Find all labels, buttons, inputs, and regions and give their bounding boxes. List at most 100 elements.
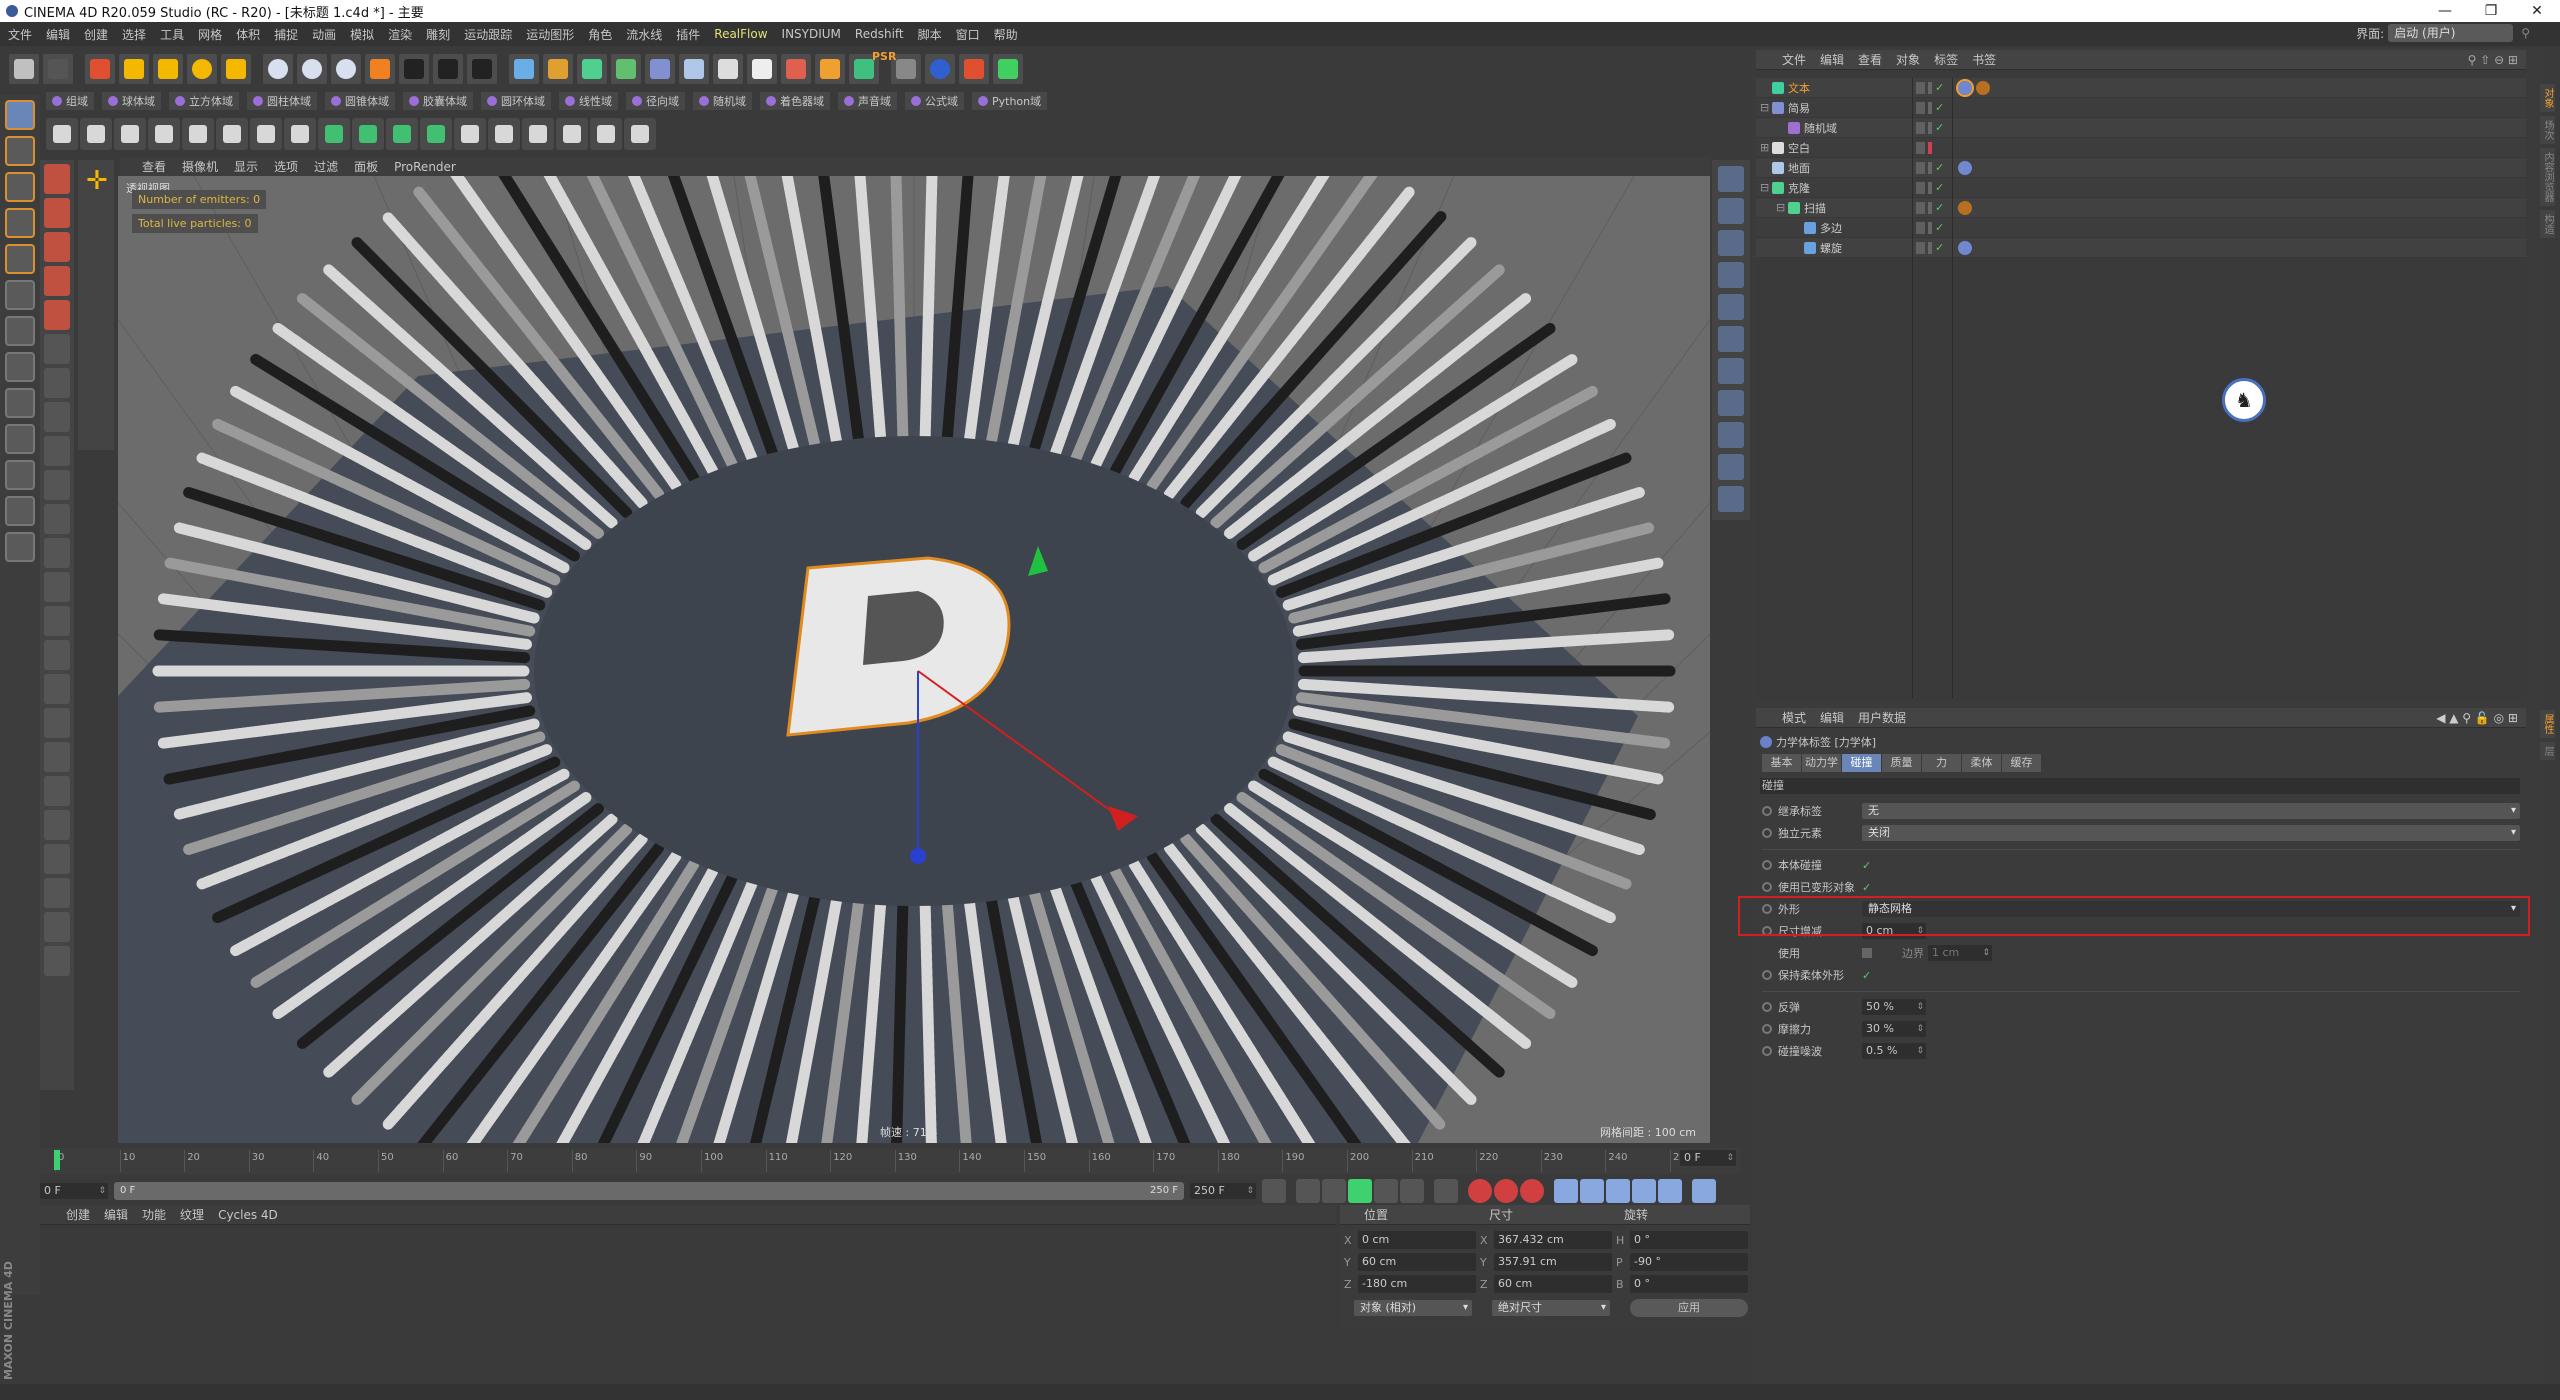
rotate-icon[interactable] bbox=[186, 53, 218, 85]
enabled-checkmark[interactable]: ✓ bbox=[1935, 221, 1944, 234]
friction-field[interactable]: 30 % bbox=[1862, 1021, 1926, 1037]
animate-radio[interactable] bbox=[1762, 1002, 1772, 1012]
viewport-3d[interactable]: 透视视图 Number of emitters: 0 Total live pa… bbox=[118, 176, 1710, 1143]
enabled-checkmark[interactable]: ✓ bbox=[1935, 121, 1944, 134]
tool-icon[interactable] bbox=[44, 266, 70, 296]
side-tab[interactable]: 层 bbox=[2540, 742, 2555, 760]
edges-icon[interactable] bbox=[5, 244, 35, 274]
om-menu-item[interactable]: 文件 bbox=[1782, 51, 1806, 68]
visibility-dots[interactable] bbox=[1928, 101, 1932, 114]
object-row[interactable]: ⊟ 扫描 ✓ bbox=[1756, 198, 2526, 218]
visibility-dots[interactable] bbox=[1928, 201, 1932, 214]
enabled-checkmark[interactable]: ✓ bbox=[1935, 181, 1944, 194]
attribute-nav-icons[interactable]: ◀ ▲ ⚲ 🔓 ◎ ⊞ bbox=[2436, 711, 2518, 725]
menu-item[interactable]: 捕捉 bbox=[274, 26, 298, 43]
bounce-field[interactable]: 50 % bbox=[1862, 999, 1926, 1015]
layer-icon[interactable] bbox=[1916, 201, 1925, 214]
qr-icon[interactable] bbox=[924, 53, 956, 85]
menu-item[interactable]: 角色 bbox=[588, 26, 612, 43]
render-view-icon[interactable] bbox=[398, 53, 430, 85]
workplane-icon[interactable] bbox=[5, 172, 35, 202]
expand-toggle[interactable]: ⊟ bbox=[1760, 181, 1769, 194]
menu-item[interactable]: Redshift bbox=[855, 27, 904, 41]
field-button[interactable]: 圆柱体域 bbox=[247, 92, 317, 110]
bend-icon[interactable] bbox=[644, 53, 676, 85]
viewport-tool-icon[interactable] bbox=[1718, 358, 1744, 384]
rotation-field[interactable]: -90 ° bbox=[1630, 1253, 1748, 1271]
pla-key-icon[interactable] bbox=[1658, 1179, 1682, 1203]
attribute-tab[interactable]: 缓存 bbox=[2002, 754, 2042, 772]
plugin-icon[interactable] bbox=[992, 53, 1024, 85]
object-name[interactable]: 随机域 bbox=[1804, 120, 1837, 136]
animate-radio[interactable] bbox=[1762, 860, 1772, 870]
axis-icon[interactable] bbox=[5, 316, 35, 346]
material-tag[interactable] bbox=[1958, 200, 1972, 215]
attribute-tab[interactable]: 力 bbox=[1922, 754, 1962, 772]
om-menu-item[interactable]: 编辑 bbox=[1820, 51, 1844, 68]
side-tab[interactable]: 构造 bbox=[2540, 210, 2555, 238]
layer-icon[interactable] bbox=[1916, 141, 1925, 154]
tool-icon[interactable] bbox=[44, 606, 70, 636]
live-select-icon[interactable] bbox=[84, 53, 116, 85]
goto-start-icon[interactable] bbox=[1262, 1179, 1286, 1203]
z-axis-icon[interactable] bbox=[330, 53, 362, 85]
text-tool-icon[interactable] bbox=[488, 118, 520, 150]
render-picture-viewer-icon[interactable] bbox=[432, 53, 464, 85]
menu-item[interactable]: 雕刻 bbox=[426, 26, 450, 43]
material-tag[interactable] bbox=[1976, 80, 1990, 95]
param-key-icon[interactable] bbox=[1632, 1179, 1656, 1203]
menu-item[interactable]: 渲染 bbox=[388, 26, 412, 43]
tool-icon[interactable] bbox=[44, 300, 70, 330]
next-key-icon[interactable] bbox=[1400, 1179, 1424, 1203]
layer-icon[interactable] bbox=[1916, 221, 1925, 234]
light-icon[interactable] bbox=[746, 53, 778, 85]
om-search-icon[interactable]: ⚲ ⇧ ⊖ ⊞ bbox=[2468, 53, 2518, 67]
layer-icon[interactable] bbox=[1916, 241, 1925, 254]
field-button[interactable]: 线性域 bbox=[559, 92, 618, 110]
end-frame-field[interactable]: 250 F bbox=[1190, 1183, 1256, 1199]
polygons-icon[interactable] bbox=[5, 280, 35, 310]
goto-end-icon[interactable] bbox=[1434, 1179, 1458, 1203]
psr-icon[interactable] bbox=[814, 53, 846, 85]
menu-item[interactable]: 流水线 bbox=[626, 26, 662, 43]
object-name[interactable]: 螺旋 bbox=[1820, 240, 1842, 256]
viewport-tool-icon[interactable] bbox=[1718, 486, 1744, 512]
viewport-tool-icon[interactable] bbox=[1718, 198, 1744, 224]
object-row[interactable]: ⊟ 简易 ✓ bbox=[1756, 98, 2526, 118]
side-tab[interactable]: 场次 bbox=[2540, 116, 2555, 144]
edge-mode-icon[interactable] bbox=[250, 118, 282, 150]
tool-icon[interactable] bbox=[44, 470, 70, 500]
margin-field[interactable]: 1 cm bbox=[1928, 945, 1992, 961]
object-row[interactable]: 随机域 ✓ bbox=[1756, 118, 2526, 138]
knife-icon[interactable] bbox=[80, 118, 112, 150]
viewport-menu-item[interactable]: 选项 bbox=[274, 158, 298, 175]
material-menu-item[interactable]: 创建 bbox=[66, 1206, 90, 1223]
visibility-dots[interactable] bbox=[1928, 161, 1932, 174]
object-name[interactable]: 空白 bbox=[1788, 140, 1810, 156]
object-name[interactable]: 多边 bbox=[1820, 220, 1842, 236]
individual-elements-dropdown[interactable]: 关闭 bbox=[1862, 825, 2520, 841]
viewport-tool-icon[interactable] bbox=[1718, 230, 1744, 256]
viewport-menu-item[interactable]: 面板 bbox=[354, 158, 378, 175]
next-frame-icon[interactable] bbox=[1374, 1179, 1398, 1203]
animate-radio[interactable] bbox=[1762, 1046, 1772, 1056]
tool-icon[interactable] bbox=[44, 810, 70, 840]
side-tab[interactable]: 对象 bbox=[2540, 84, 2555, 112]
tracer-icon[interactable] bbox=[556, 118, 588, 150]
object-row[interactable]: 多边 ✓ bbox=[1756, 218, 2526, 238]
coordinate-mode-dropdown[interactable]: 对象 (相对) bbox=[1354, 1300, 1472, 1316]
field-button[interactable]: 胶囊体域 bbox=[403, 92, 473, 110]
tool-icon[interactable] bbox=[44, 402, 70, 432]
collision-noise-field[interactable]: 0.5 % bbox=[1862, 1043, 1926, 1059]
viewport-tool-icon[interactable] bbox=[1718, 326, 1744, 352]
attr-menu-item[interactable]: 编辑 bbox=[1820, 709, 1844, 726]
visibility-dots[interactable] bbox=[1928, 141, 1932, 154]
tool-icon[interactable] bbox=[44, 334, 70, 364]
undo-icon[interactable] bbox=[8, 53, 40, 85]
menu-item[interactable]: 文件 bbox=[8, 26, 32, 43]
tag-icon[interactable] bbox=[780, 53, 812, 85]
menu-item[interactable]: 创建 bbox=[84, 26, 108, 43]
layer-icon[interactable] bbox=[1916, 101, 1925, 114]
attribute-tab[interactable]: 柔体 bbox=[1962, 754, 2002, 772]
field-button[interactable]: 着色器域 bbox=[760, 92, 830, 110]
